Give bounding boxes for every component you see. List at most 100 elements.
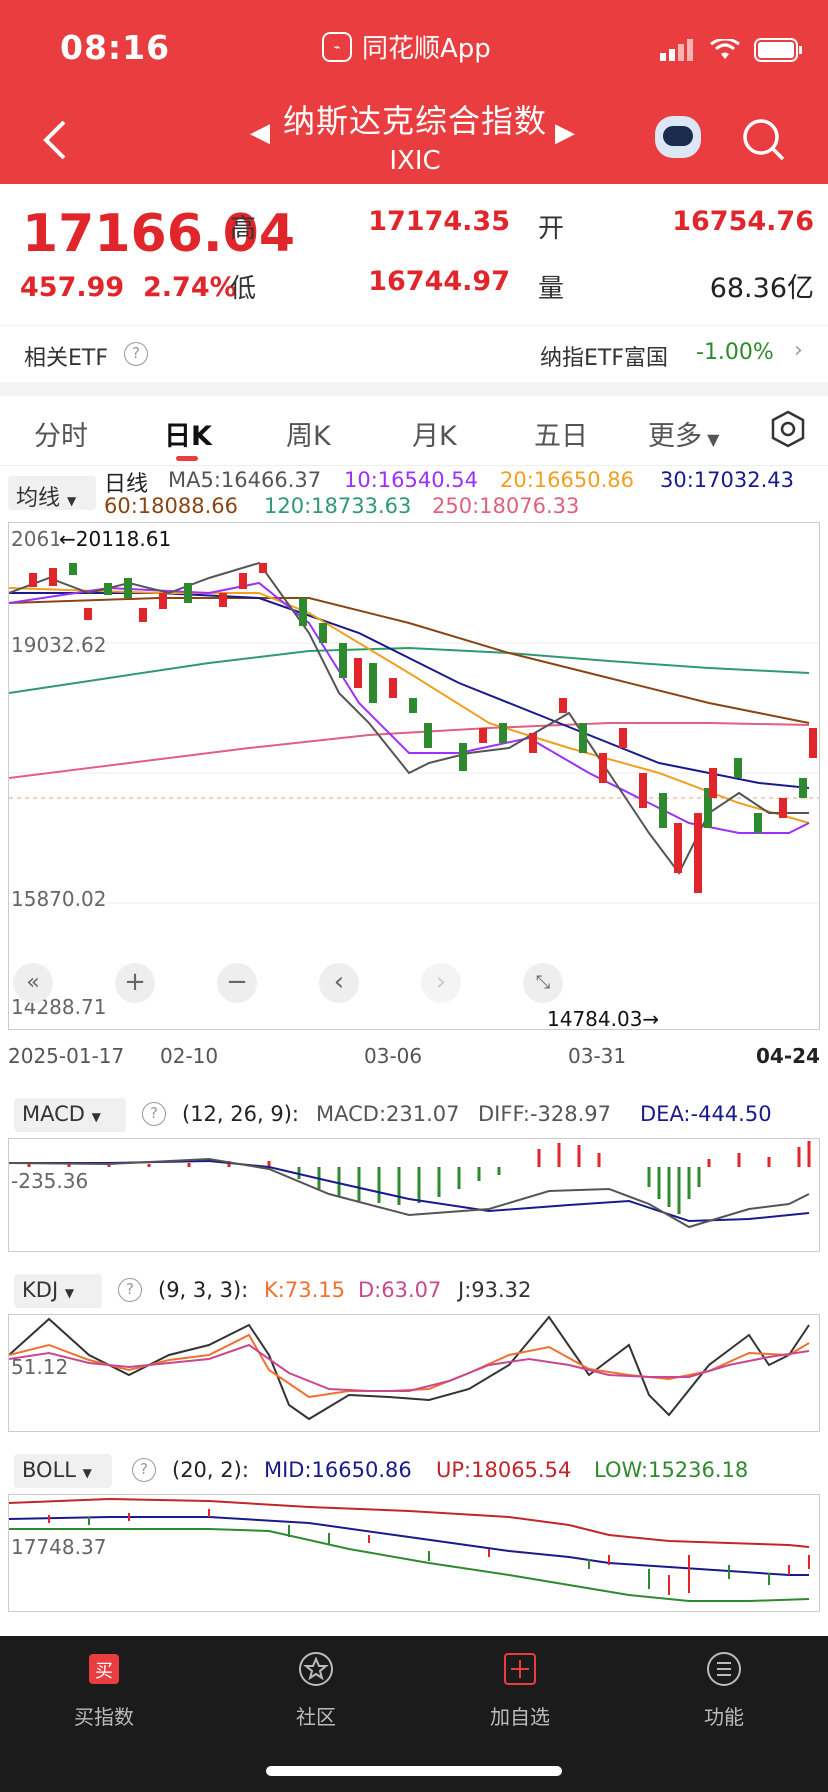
zoom-out-icon[interactable]: − xyxy=(217,963,257,1003)
period-tabs: 分时 日K 周K 月K 五日 更多 ▼ xyxy=(0,396,828,466)
low-value: LOW:15236.18 xyxy=(594,1458,749,1482)
high-value: 17174.35 xyxy=(368,206,510,237)
related-etf-row[interactable]: 相关ETF ? 纳指ETF富国 -1.00% › xyxy=(0,326,828,382)
index-code: IXIC xyxy=(389,146,441,176)
etf-fund-name: 纳指ETF富国 xyxy=(540,346,668,371)
tab-intraday[interactable]: 分时 xyxy=(34,414,88,453)
boll-params: (20, 2): xyxy=(172,1458,249,1482)
chevron-left-icon xyxy=(43,120,66,160)
change-percent: 2.74% xyxy=(143,272,237,303)
k-value: K:73.15 xyxy=(264,1278,345,1302)
ma60-value: 60:18088.66 xyxy=(104,494,238,518)
ma10-value: 10:16540.54 xyxy=(344,468,478,492)
boll-chart[interactable]: 17748.37 xyxy=(8,1494,820,1612)
macd-value: MACD:231.07 xyxy=(316,1102,460,1126)
boll-selector[interactable]: BOLL ▼ xyxy=(14,1454,112,1488)
candles xyxy=(29,563,817,893)
diff-value: DIFF:-328.97 xyxy=(478,1102,612,1126)
volume-label: 量 xyxy=(538,274,565,304)
help-icon[interactable]: ? xyxy=(118,1278,142,1302)
add-watchlist-icon xyxy=(504,1653,536,1685)
boll-button-label: BOLL xyxy=(22,1458,76,1482)
buy-icon: 买 xyxy=(89,1654,119,1684)
volume-value: 68.36亿 xyxy=(709,273,814,304)
home-indicator xyxy=(266,1766,562,1776)
low-label: 低 xyxy=(230,274,257,304)
ma-selector-button[interactable]: 均线 ▼ xyxy=(8,476,96,511)
scroll-right-icon[interactable]: › xyxy=(421,963,461,1003)
nav-functions-label: 功能 xyxy=(704,1705,744,1729)
menu-icon xyxy=(707,1652,741,1686)
mid-value: MID:16650.86 xyxy=(264,1458,412,1482)
nav-add-watchlist[interactable]: 加自选 xyxy=(460,1650,580,1730)
app-header: 08:16 ⌁ 同花顺App ◀ 纳斯达克综合指数 IXIC ▶ xyxy=(0,0,828,184)
help-icon[interactable]: ? xyxy=(142,1102,166,1126)
boll-axis-label: 17748.37 xyxy=(11,1535,107,1559)
rewind-icon[interactable]: « xyxy=(13,963,53,1003)
x-label-0: 2025-01-17 xyxy=(8,1044,125,1068)
settings-hexagon-icon[interactable] xyxy=(770,410,806,448)
kdj-axis-label: 51.12 xyxy=(11,1355,69,1379)
search-icon[interactable] xyxy=(742,118,786,162)
tab-five-day[interactable]: 五日 xyxy=(534,414,588,453)
help-icon[interactable]: ? xyxy=(132,1458,156,1482)
kline-chart[interactable]: 20618.28 19032.62 15870.02 14288.71 ←201… xyxy=(8,522,820,1031)
tab-daily-k[interactable]: 日K xyxy=(164,414,212,453)
ma120-line xyxy=(8,646,810,694)
caret-down-icon: ▼ xyxy=(82,1466,92,1480)
tab-weekly-k[interactable]: 周K xyxy=(286,414,331,453)
max-price-marker: ←20118.61 xyxy=(59,527,172,551)
x-label-3: 03-31 xyxy=(568,1044,627,1068)
boll-up-line xyxy=(8,1497,810,1548)
next-index-button[interactable]: ▶ xyxy=(555,118,575,148)
nav-buy-label: 买指数 xyxy=(74,1705,134,1729)
caret-down-icon: ▼ xyxy=(702,430,720,449)
fullscreen-icon[interactable]: ⤡ xyxy=(523,963,563,1003)
kdj-params: (9, 3, 3): xyxy=(158,1278,249,1302)
scroll-left-icon[interactable]: ‹ xyxy=(319,963,359,1003)
kdj-svg xyxy=(8,1315,810,1421)
nav-community[interactable]: 社区 xyxy=(256,1650,376,1730)
help-icon[interactable]: ? xyxy=(124,342,148,366)
assistant-robot-icon[interactable] xyxy=(655,116,701,158)
dea-value: DEA:-444.50 xyxy=(640,1102,772,1126)
change-value: 457.99 xyxy=(20,272,125,303)
nav-community-label: 社区 xyxy=(296,1705,336,1729)
app-logo-icon: ⌁ xyxy=(322,31,352,62)
kdj-chart[interactable]: 51.12 xyxy=(8,1314,820,1432)
d-line xyxy=(8,1343,810,1392)
signal-icon xyxy=(660,39,693,61)
back-button[interactable] xyxy=(40,118,68,170)
j-value: J:93.32 xyxy=(458,1278,532,1302)
status-time: 08:16 xyxy=(60,28,171,67)
community-icon xyxy=(299,1652,333,1686)
ma5-value: MA5:16466.37 xyxy=(168,468,322,492)
macd-button-label: MACD xyxy=(22,1102,85,1126)
macd-chart[interactable]: -235.36 xyxy=(8,1138,820,1252)
battery-icon xyxy=(754,38,802,62)
macd-selector[interactable]: MACD ▼ xyxy=(14,1098,126,1132)
nav-add-label: 加自选 xyxy=(490,1705,550,1729)
etf-fund-change: -1.00% xyxy=(696,340,774,365)
tab-monthly-k[interactable]: 月K xyxy=(412,414,457,453)
title-block: 纳斯达克综合指数 IXIC xyxy=(250,96,580,176)
nav-functions[interactable]: 功能 xyxy=(664,1650,784,1730)
tab-more[interactable]: 更多 ▼ xyxy=(648,414,719,453)
kdj-selector[interactable]: KDJ ▼ xyxy=(14,1274,102,1308)
ma5-line xyxy=(8,561,809,875)
y-axis-mid1: 19032.62 xyxy=(11,633,107,657)
etf-label: 相关ETF xyxy=(24,346,108,371)
ma30-value: 30:17032.43 xyxy=(660,468,794,492)
section-gap xyxy=(0,382,828,396)
caret-down-icon: ▼ xyxy=(91,1110,101,1124)
d-value: D:63.07 xyxy=(358,1278,442,1302)
ma120-value: 120:18733.63 xyxy=(264,494,412,518)
zoom-in-icon[interactable]: + xyxy=(115,963,155,1003)
tab-more-label: 更多 xyxy=(648,421,702,452)
nav-buy-index[interactable]: 买 买指数 xyxy=(44,1650,164,1730)
price-change: 457.99 2.74% xyxy=(20,272,237,303)
app-name: 同花顺App xyxy=(362,34,491,64)
open-value: 16754.76 xyxy=(672,206,814,237)
high-label: 高 xyxy=(230,214,257,244)
caret-down-icon: ▼ xyxy=(64,1286,75,1300)
